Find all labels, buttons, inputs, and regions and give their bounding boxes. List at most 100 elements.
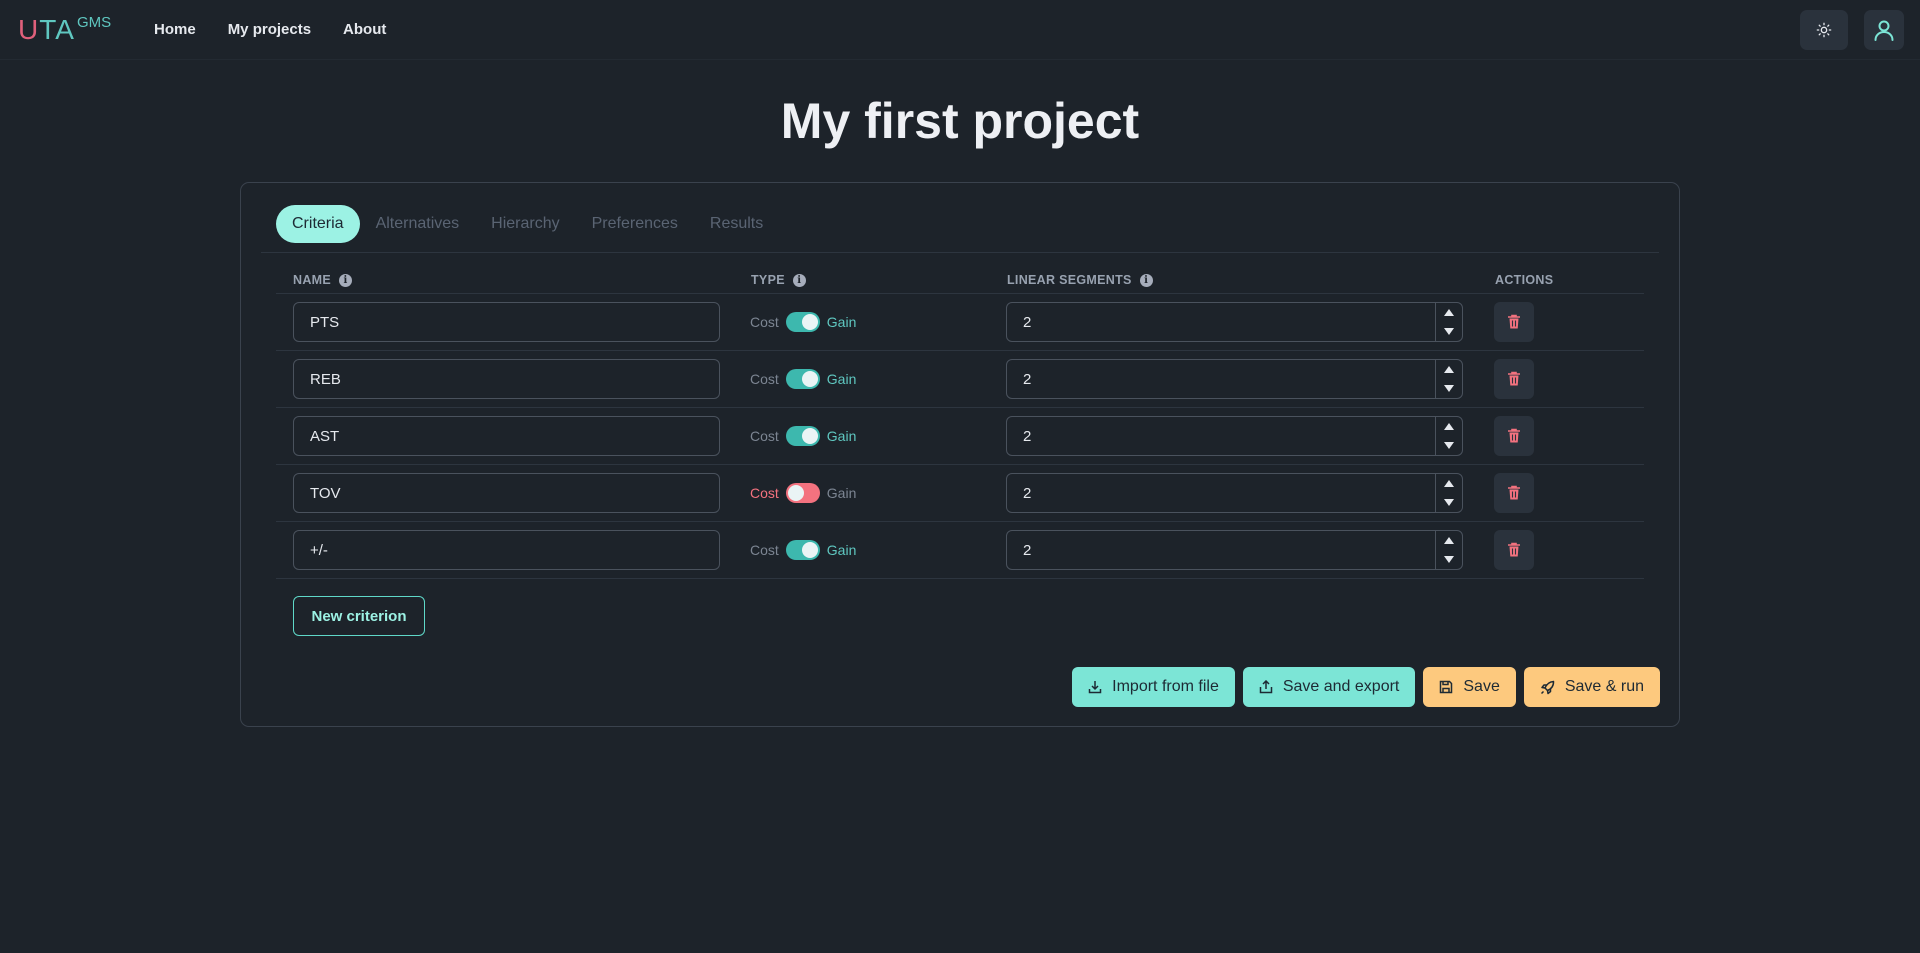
logo-u: U <box>18 14 40 45</box>
type-toggle[interactable] <box>785 483 820 503</box>
tab-alternatives[interactable]: Alternatives <box>360 205 476 243</box>
logo-ta: TA <box>39 14 75 45</box>
user-menu-button[interactable] <box>1864 10 1904 50</box>
type-gain-label: Gain <box>826 542 857 558</box>
type-toggle[interactable] <box>785 426 820 446</box>
import-icon <box>1088 681 1102 694</box>
table-row: AST Cost Gain 2 <box>276 407 1644 464</box>
chevron-down-icon[interactable] <box>1444 499 1454 506</box>
type-toggle-group: Cost Gain <box>750 426 856 446</box>
tab-hierarchy[interactable]: Hierarchy <box>475 205 575 243</box>
header-segments: LINEAR SEGMENTS i <box>1007 273 1153 287</box>
header-name-label: NAME <box>293 273 332 287</box>
delete-criterion-button[interactable] <box>1494 359 1534 399</box>
import-button[interactable]: Import from file <box>1072 667 1235 707</box>
project-card: Criteria Alternatives Hierarchy Preferen… <box>240 182 1680 727</box>
header-segments-label: LINEAR SEGMENTS <box>1007 273 1132 287</box>
info-icon[interactable]: i <box>1139 273 1153 287</box>
table-row: TOV Cost Gain 2 <box>276 464 1644 521</box>
trash-icon <box>1508 428 1520 443</box>
chevron-down-icon[interactable] <box>1444 385 1454 392</box>
tab-preferences[interactable]: Preferences <box>576 205 694 243</box>
segments-value: 2 <box>1023 427 1032 445</box>
tabs-divider <box>261 252 1659 253</box>
header-type-label: TYPE <box>751 273 785 287</box>
trash-icon <box>1508 542 1520 557</box>
table-row: +/- Cost Gain 2 <box>276 521 1644 578</box>
number-spinner[interactable] <box>1435 360 1462 398</box>
logo[interactable]: UTA GMS <box>18 14 111 48</box>
linear-segments-input[interactable]: 2 <box>1006 530 1463 570</box>
type-cost-label: Cost <box>750 314 779 330</box>
linear-segments-input[interactable]: 2 <box>1006 473 1463 513</box>
delete-criterion-button[interactable] <box>1494 302 1534 342</box>
chevron-down-icon[interactable] <box>1444 442 1454 449</box>
delete-criterion-button[interactable] <box>1494 416 1534 456</box>
page-title: My first project <box>780 93 1140 149</box>
nav-links: Home My projects About <box>146 17 410 42</box>
floppy-disk-icon <box>1440 680 1453 694</box>
save-export-button[interactable]: Save and export <box>1242 667 1416 707</box>
segments-value: 2 <box>1023 313 1032 331</box>
save-button[interactable]: Save <box>1423 667 1516 707</box>
delete-criterion-button[interactable] <box>1494 473 1534 513</box>
nav-about[interactable]: About <box>335 17 394 42</box>
linear-segments-input[interactable]: 2 <box>1006 302 1463 342</box>
type-toggle-group: Cost Gain <box>750 540 856 560</box>
user-icon <box>1874 20 1894 41</box>
chevron-down-icon[interactable] <box>1444 556 1454 563</box>
sun-icon <box>1816 22 1832 38</box>
chevron-up-icon[interactable] <box>1444 309 1454 316</box>
criterion-name-input[interactable]: AST <box>293 416 720 456</box>
tab-results[interactable]: Results <box>694 205 779 243</box>
header-type: TYPE i <box>751 273 806 287</box>
chevron-up-icon[interactable] <box>1444 480 1454 487</box>
type-cost-label: Cost <box>750 428 779 444</box>
info-icon[interactable]: i <box>339 273 353 287</box>
logo-sup: GMS <box>76 14 112 31</box>
type-toggle[interactable] <box>785 312 820 332</box>
tab-bar: Criteria Alternatives Hierarchy Preferen… <box>276 205 779 243</box>
criterion-name-input[interactable]: PTS <box>293 302 720 342</box>
table-header: NAME i TYPE i LINEAR SEGMENTS i ACTIONS <box>293 273 1649 293</box>
chevron-up-icon[interactable] <box>1444 423 1454 430</box>
type-toggle-group: Cost Gain <box>750 369 856 389</box>
criterion-name-input[interactable]: TOV <box>293 473 720 513</box>
type-toggle-group: Cost Gain <box>750 483 856 503</box>
type-toggle[interactable] <box>785 369 820 389</box>
type-toggle-group: Cost Gain <box>750 312 856 332</box>
criterion-name-input[interactable]: REB <box>293 359 720 399</box>
number-spinner[interactable] <box>1435 531 1462 569</box>
save-label: Save <box>1463 678 1500 695</box>
type-gain-label: Gain <box>826 428 857 444</box>
chevron-up-icon[interactable] <box>1444 537 1454 544</box>
trash-icon <box>1508 314 1520 329</box>
header-actions: ACTIONS <box>1495 273 1553 287</box>
linear-segments-input[interactable]: 2 <box>1006 416 1463 456</box>
action-buttons: Import from file Save and export Save Sa… <box>1064 667 1660 707</box>
rocket-icon <box>1540 680 1555 694</box>
number-spinner[interactable] <box>1435 474 1462 512</box>
save-run-button[interactable]: Save & run <box>1523 667 1660 707</box>
type-toggle[interactable] <box>785 540 820 560</box>
type-cost-label: Cost <box>750 371 779 387</box>
tab-criteria[interactable]: Criteria <box>276 205 360 243</box>
nav-my-projects[interactable]: My projects <box>220 17 319 42</box>
nav-home[interactable]: Home <box>146 17 204 42</box>
segments-value: 2 <box>1023 484 1032 502</box>
linear-segments-input[interactable]: 2 <box>1006 359 1463 399</box>
criterion-name-input[interactable]: +/- <box>293 530 720 570</box>
number-spinner[interactable] <box>1435 303 1462 341</box>
info-icon[interactable]: i <box>792 273 806 287</box>
type-gain-label: Gain <box>826 314 857 330</box>
number-spinner[interactable] <box>1435 417 1462 455</box>
segments-value: 2 <box>1023 541 1032 559</box>
trash-icon <box>1508 371 1520 386</box>
theme-toggle-button[interactable] <box>1800 10 1848 50</box>
export-icon <box>1259 680 1273 694</box>
delete-criterion-button[interactable] <box>1494 530 1534 570</box>
type-cost-label: Cost <box>750 542 779 558</box>
new-criterion-button[interactable]: New criterion <box>293 596 425 636</box>
chevron-up-icon[interactable] <box>1444 366 1454 373</box>
chevron-down-icon[interactable] <box>1444 328 1454 335</box>
